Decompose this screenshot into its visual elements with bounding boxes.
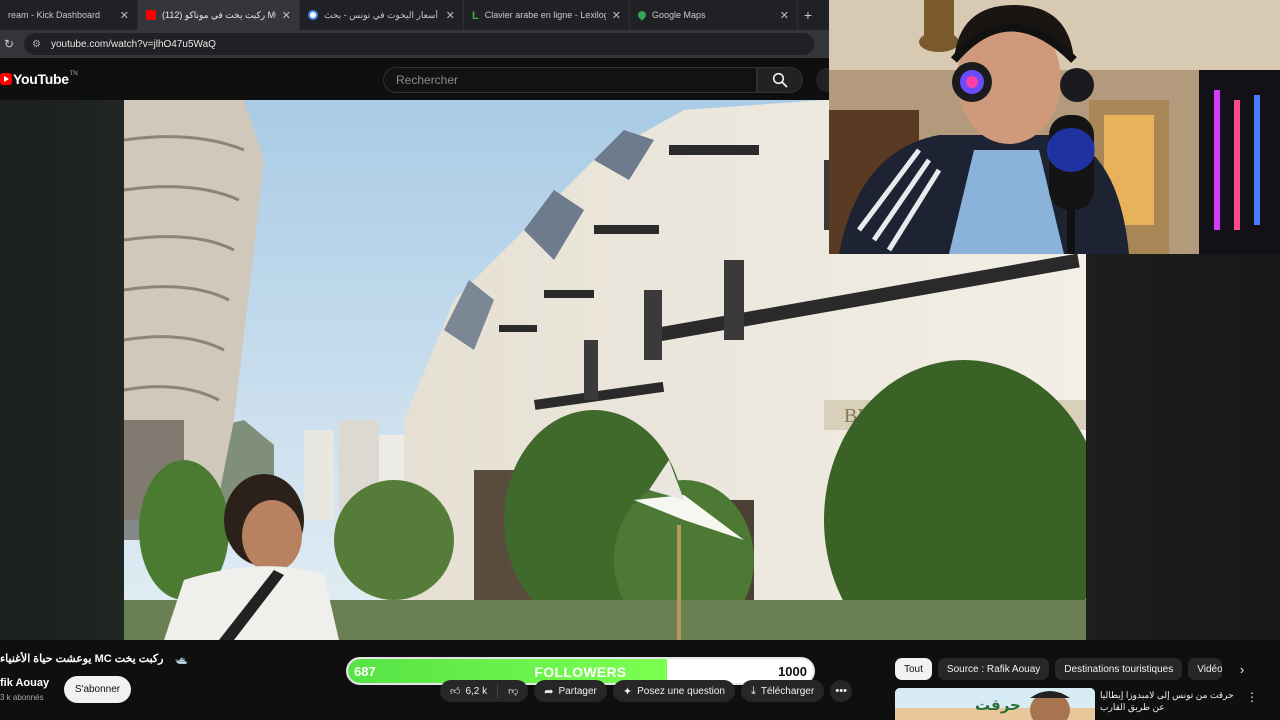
maps-pin-icon [636,9,648,21]
close-icon[interactable]: ✕ [780,9,789,22]
ambient-left [0,100,124,640]
ask-question-button[interactable]: ✦ Posez une question [612,680,735,702]
region-code: TN [69,71,78,77]
tab-youtube-video[interactable]: (112) ركبت يخت في موناكو MC ✕ [138,0,300,30]
followers-label: FOLLOWERS [534,664,627,680]
recommendation-thumbnail[interactable]: حرقت [895,688,1095,720]
more-horizontal-icon: ••• [835,685,847,697]
webcam-feed [829,0,1280,254]
youtube-logo[interactable]: YouTube TN [0,71,78,87]
youtube-header: YouTube TN Rechercher [0,58,840,100]
thumbs-down-icon: 👎︎ [508,686,519,697]
thumbs-up-icon: 👍︎ [450,686,461,697]
close-icon[interactable]: ✕ [446,9,455,22]
chevron-right-icon[interactable]: › [1234,660,1250,678]
chip-source[interactable]: Source : Rafik Aouay [937,658,1050,680]
download-label: Télécharger [760,685,815,697]
like-button[interactable]: 👍︎ 6,2 k [440,684,499,698]
tab-google-search[interactable]: أسعار اليخوت في تونس - بحث ✕ [300,0,464,30]
webcam-overlay [829,0,1280,254]
close-icon[interactable]: ✕ [282,9,291,22]
tab-label: Google Maps [652,10,706,20]
thumbnail-text: حرقت [975,696,1021,714]
subscriber-count: 3 k abonnés [0,693,44,702]
more-vertical-icon[interactable]: ⋮ [1246,690,1258,704]
new-tab-button[interactable]: + [798,0,818,30]
url-field[interactable]: ⚙ youtube.com/watch?v=jlhO47u5WaQ [24,33,814,55]
tab-label: (112) ركبت يخت في موناكو MC [162,9,276,20]
tab-lexilogos[interactable]: L Clavier arabe en ligne - Lexilogos ✕ [464,0,630,30]
site-settings-icon[interactable]: ⚙ [32,39,41,50]
video-actions: 👍︎ 6,2 k 👎︎ ➦ Partager ✦ Posez une quest… [440,680,853,702]
followers-goal: 1000 [778,664,807,679]
search-input[interactable]: Rechercher [383,67,757,93]
youtube-play-icon [0,73,12,85]
screen: ream - Kick Dashboard ✕ (112) ركبت يخت ف… [0,0,1280,720]
tab-label: ream - Kick Dashboard [8,10,101,20]
video-title-text: يوعشت حياة الأغنياء MC ركبت يخت [0,653,164,665]
chip-videos[interactable]: Vidéos [1188,658,1223,680]
browser-tab-strip: ream - Kick Dashboard ✕ (112) ركبت يخت ف… [0,0,830,30]
download-icon: ⤓ [750,684,756,697]
channel-name[interactable]: fik Aouay [0,677,49,689]
tab-label: Clavier arabe en ligne - Lexilogos [484,10,606,20]
share-icon: ➦ [544,685,554,698]
video-title: يوعشت حياة الأغنياء MC ركبت يخت 🛥️ [0,652,200,665]
ask-label: Posez une question [637,685,725,697]
youtube-icon [146,10,156,20]
share-label: Partager [558,685,597,697]
tab-google-maps[interactable]: Google Maps ✕ [630,0,798,30]
url-text: youtube.com/watch?v=jlhO47u5WaQ [50,38,216,50]
youtube-wordmark: YouTube [13,71,69,87]
chip-destinations[interactable]: Destinations touristiques [1055,658,1183,680]
like-dislike-group: 👍︎ 6,2 k 👎︎ [440,680,529,702]
yacht-emoji: 🛥️ [174,653,189,665]
address-bar: ↻ ⚙ youtube.com/watch?v=jlhO47u5WaQ [0,30,830,58]
tab-kick-dashboard[interactable]: ream - Kick Dashboard ✕ [0,0,138,30]
subscribe-button[interactable]: S'abonner [64,676,131,703]
tab-label: أسعار اليخوت في تونس - بحث [324,9,438,20]
recommendation-title[interactable]: حرقت من تونس إلى لامبدوزا إيطاليا عن طري… [1100,689,1235,713]
close-icon[interactable]: ✕ [612,9,621,22]
ambient-right [1086,254,1280,640]
more-actions-button[interactable]: ••• [830,680,853,702]
search-icon [772,72,788,88]
thumbnail-image: حرقت [895,688,1095,720]
reload-icon[interactable]: ↻ [0,37,18,51]
download-button[interactable]: ⤓ Télécharger [740,680,825,702]
google-icon [308,10,318,20]
chip-all[interactable]: Tout [895,658,932,680]
share-button[interactable]: ➦ Partager [534,680,607,702]
search-button[interactable] [757,67,803,93]
like-count: 6,2 k [465,685,488,697]
close-icon[interactable]: ✕ [120,9,129,22]
recommendation-chips: Tout Source : Rafik Aouay Destinations t… [895,657,1228,681]
lexilogos-icon: L [472,10,479,22]
dislike-button[interactable]: 👎︎ [498,685,528,697]
sparkle-icon: ✦ [622,685,633,698]
search-placeholder: Rechercher [396,73,459,87]
